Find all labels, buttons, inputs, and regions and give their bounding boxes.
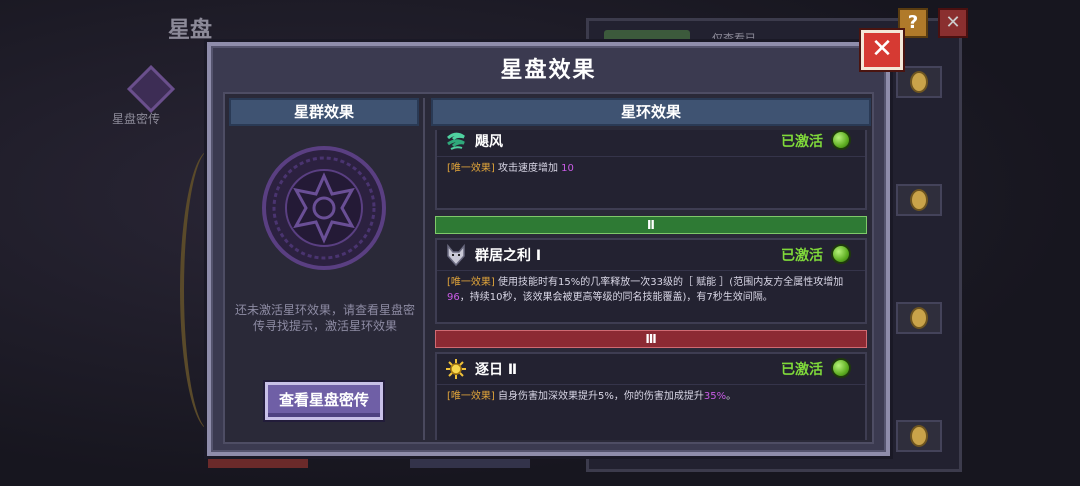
effect-tag: [唯一效果] — [447, 163, 495, 174]
effect-text: 。 — [726, 391, 737, 402]
effect-description: [唯一效果] 使用技能时有15%的几率释放一次33级的［ 赋能 ］(范围内友方全… — [437, 270, 865, 311]
star-chart-disc-icon — [262, 146, 386, 270]
active-status-icon — [831, 244, 851, 264]
background-title: 星盘 — [168, 18, 213, 43]
background-emblem-label: 星盘密传 — [112, 112, 161, 126]
modal-title: 星盘效果 — [500, 58, 597, 83]
whirlwind-icon — [447, 132, 465, 150]
wolf-head-icon — [447, 244, 465, 266]
coin-icon — [910, 189, 928, 211]
coin-icon — [910, 307, 928, 329]
background-slot[interactable] — [896, 66, 942, 98]
effect-card: 飓风 已激活 [唯一效果] 攻击速度增加 10 — [435, 130, 867, 210]
effect-tag: [唯一效果] — [447, 277, 495, 288]
effect-text: 攻击速度增加 — [494, 163, 562, 174]
effect-description: [唯一效果] 攻击速度增加 10 — [437, 156, 865, 182]
view-star-chart-lore-button[interactable]: 查看星盘密传 — [265, 382, 383, 420]
column-divider — [423, 98, 425, 440]
effect-number: 10 — [561, 163, 574, 174]
effect-name: 群居之利 Ⅰ — [475, 248, 542, 264]
ring-effects-list[interactable]: 飓风 已激活 [唯一效果] 攻击速度增加 10 Ⅱ 群居之利 Ⅰ 已激活 [唯一… — [435, 130, 867, 440]
effect-text: 自身伤害加深效果提升5%，你的伤害加成提升 — [494, 391, 704, 402]
effect-header: 逐日 Ⅱ 已激活 — [437, 354, 865, 384]
effect-number: 96 — [447, 292, 460, 303]
coin-icon — [910, 425, 928, 447]
modal-body: 星群效果 还未激活星环效果，请查看星盘密传寻找提示，激活星环效果 查看星盘密传 … — [223, 92, 874, 444]
active-status-icon — [831, 130, 851, 150]
background-close-icon[interactable]: ✕ — [938, 8, 968, 38]
effect-card: 逐日 Ⅱ 已激活 [唯一效果] 自身伤害加深效果提升5%，你的伤害加成提升35%… — [435, 352, 867, 440]
star-chart-effects-modal: 星盘效果 星群效果 还未激活星环效果，请查看星盘密传寻找提示，激活星环效果 查看… — [207, 42, 890, 456]
ring-effects-header: 星环效果 — [431, 98, 871, 126]
effect-header: 群居之利 Ⅰ 已激活 — [437, 240, 865, 270]
effect-header: 飓风 已激活 — [437, 130, 865, 156]
tier-divider-2: Ⅱ — [435, 216, 867, 234]
effect-number: 35% — [703, 391, 727, 402]
effect-name: 飓风 — [475, 134, 503, 150]
effect-text: ，持续10秒，该效果会被更高等级的同名技能覆盖)，有7秒生效间隔。 — [459, 292, 773, 303]
constellation-effects-column: 星群效果 还未激活星环效果，请查看星盘密传寻找提示，激活星环效果 查看星盘密传 — [229, 98, 419, 440]
constellation-effects-header: 星群效果 — [229, 98, 419, 126]
active-status-icon — [831, 358, 851, 378]
ring-effects-column: 星环效果 飓风 已激活 [唯一效果] 攻击速度增加 10 Ⅱ 群居之利 Ⅰ 已激… — [431, 98, 871, 440]
effect-status: 已激活 — [781, 248, 823, 264]
effect-status: 已激活 — [781, 134, 823, 150]
effect-card: 群居之利 Ⅰ 已激活 [唯一效果] 使用技能时有15%的几率释放一次33级的［ … — [435, 238, 867, 324]
background-slot[interactable] — [896, 302, 942, 334]
sun-icon — [446, 359, 466, 379]
effect-name: 逐日 Ⅱ — [475, 362, 518, 378]
effect-tag: [唯一效果] — [447, 391, 495, 402]
effect-status: 已激活 — [781, 362, 823, 378]
background-slot[interactable] — [896, 420, 942, 452]
coin-icon — [910, 71, 928, 93]
effect-description: [唯一效果] 自身伤害加深效果提升5%，你的伤害加成提升35%。 — [437, 384, 865, 410]
left-hint-text: 还未激活星环效果，请查看星盘密传寻找提示，激活星环效果 — [235, 303, 416, 333]
tier-divider-3: Ⅲ — [435, 330, 867, 348]
background-slot[interactable] — [896, 184, 942, 216]
effect-text: 使用技能时有15%的几率释放一次33级的［ 赋能 ］(范围内友方全属性攻增加 — [494, 277, 844, 288]
modal-close-button[interactable]: ✕ — [861, 30, 903, 70]
